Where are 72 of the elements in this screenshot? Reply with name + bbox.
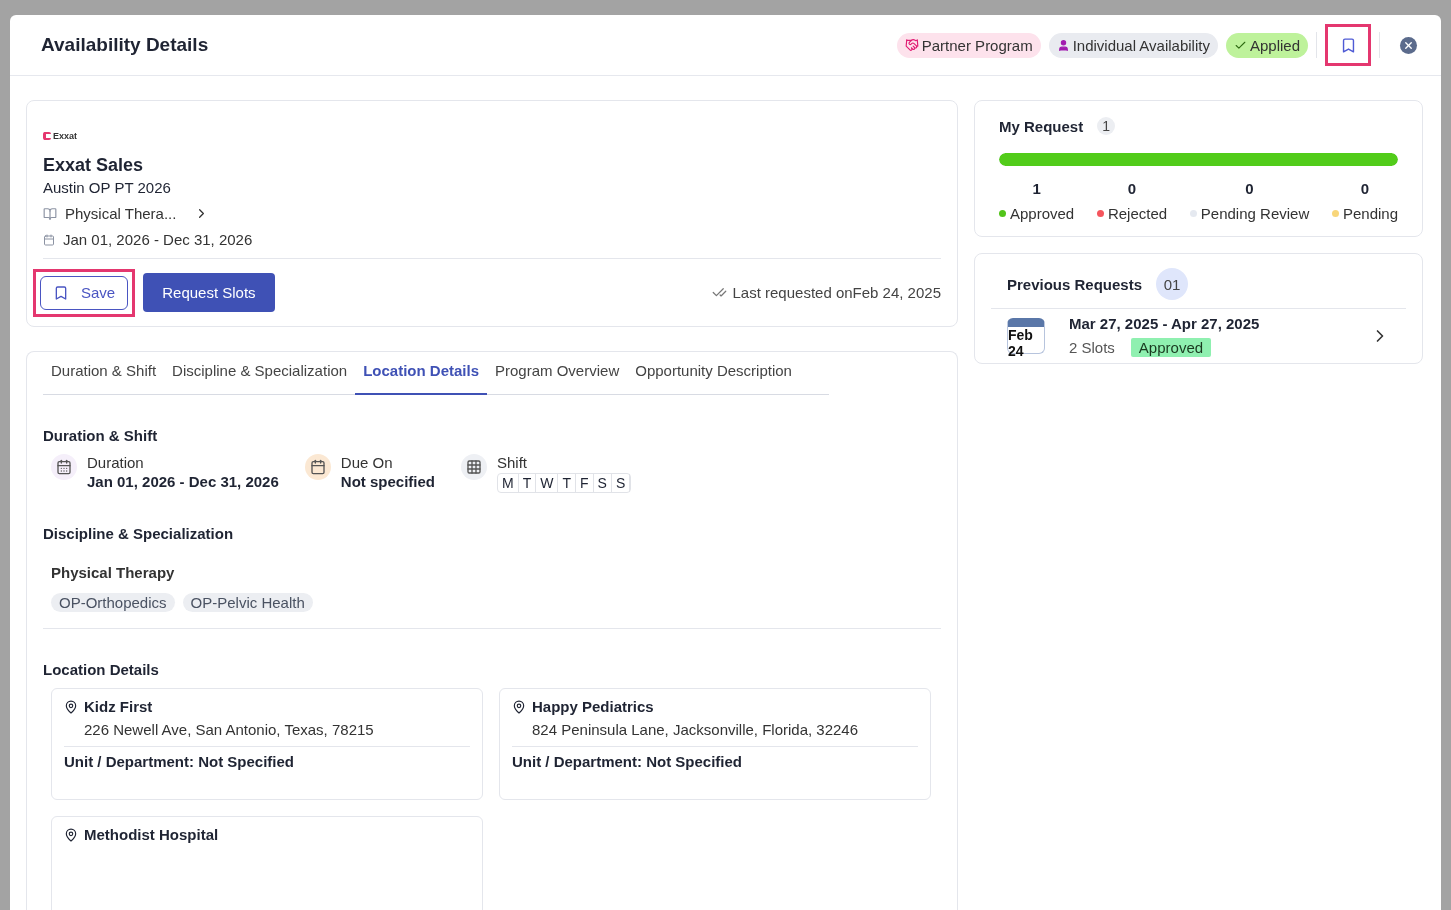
weekday: S	[611, 473, 631, 492]
stat-count: 0	[1127, 180, 1137, 197]
section-heading: Discipline & Specialization	[43, 524, 235, 542]
card-title: Previous Requests	[1007, 275, 1143, 293]
count-badge: 01	[1156, 268, 1189, 300]
stat-label: Pending	[1342, 205, 1398, 222]
field-label: Due On	[340, 453, 394, 471]
field-value: Jan 01, 2026 - Dec 31, 2026	[87, 472, 279, 490]
stat-label: Rejected	[1107, 205, 1168, 222]
section-heading: Location Details	[43, 661, 160, 678]
handshake-icon	[904, 38, 919, 52]
person-icon	[1056, 38, 1070, 52]
specialization-chip: OP-Pelvic Health	[182, 592, 313, 612]
discipline-link[interactable]: Physical Thera...	[65, 205, 210, 222]
date-badge: Feb 24	[1007, 318, 1045, 354]
field-label: Shift	[497, 453, 528, 471]
organization-name: Exxat Sales	[43, 155, 145, 176]
weekday: S	[593, 473, 612, 492]
program-name: Austin OP PT 2026	[43, 179, 172, 196]
section-heading: Duration & Shift	[43, 426, 159, 444]
slots-count: 2 Slots	[1069, 339, 1115, 356]
book-icon	[43, 206, 57, 221]
dialog-title: Availability Details	[41, 34, 210, 56]
specialization-chip: OP-Orthopedics	[51, 592, 175, 612]
location-name: Kidz First	[84, 698, 153, 715]
bookmark-button[interactable]	[1325, 24, 1371, 66]
tab[interactable]: Opportunity Description	[627, 356, 800, 395]
card-title: My Request	[999, 117, 1084, 135]
tab[interactable]: Discipline & Specialization	[164, 356, 356, 395]
map-pin-icon	[64, 827, 78, 842]
stat-count: 0	[1360, 180, 1370, 197]
save-button[interactable]: Save	[40, 275, 129, 310]
calendar-icon	[51, 453, 77, 480]
weekday: W	[536, 473, 559, 492]
stat-count: 1	[1032, 180, 1041, 197]
unit-text: Unit / Department: Not Specified	[64, 746, 470, 770]
count-badge: 1	[1097, 117, 1115, 135]
location-address: 824 Peninsula Lane, Jacksonville, Florida, 32246	[532, 721, 860, 738]
grid-icon	[461, 453, 487, 480]
weekday: F	[576, 473, 594, 492]
field-label: Duration	[87, 453, 145, 471]
tab[interactable]: Location Details	[355, 356, 487, 395]
close-icon	[1403, 39, 1414, 51]
status-tag: Individual Availability	[1048, 32, 1218, 58]
discipline-name: Physical Therapy	[51, 563, 176, 581]
close-button[interactable]	[1400, 36, 1417, 54]
map-pin-icon	[64, 699, 78, 714]
tab[interactable]: Duration & Shift	[43, 356, 165, 395]
last-requested-text: Last requested onFeb 24, 2025	[732, 284, 941, 301]
map-pin-icon	[512, 699, 526, 714]
weekday: T	[518, 473, 537, 492]
status-tag: Applied	[1225, 32, 1308, 58]
logo: Exxat	[43, 131, 941, 141]
stat-label: Pending Review	[1200, 205, 1310, 222]
tab[interactable]: Program Overview	[487, 356, 628, 395]
unit-text: Unit / Department: Not Specified	[512, 746, 918, 770]
calendar-icon	[43, 233, 55, 246]
location-address: 226 Newell Ave, San Antonio, Texas, 78215	[84, 721, 375, 738]
weekday: M	[498, 473, 519, 492]
location-name: Happy Pediatrics	[532, 698, 654, 715]
weekday: T	[558, 473, 576, 492]
location-name: Methodist Hospital	[84, 826, 219, 843]
date-range: Jan 01, 2026 - Dec 31, 2026	[63, 231, 253, 248]
stat-count: 0	[1245, 180, 1254, 197]
status-tag: Partner Program	[896, 32, 1041, 58]
status-badge: Approved	[1130, 338, 1212, 357]
field-value: Not specified	[340, 472, 435, 490]
stat-label: Approved	[1010, 205, 1075, 222]
request-dates: Mar 27, 2025 - Apr 27, 2025	[1069, 315, 1261, 332]
calendar-icon	[304, 453, 331, 480]
bookmark-icon	[53, 284, 69, 301]
request-slots-button[interactable]: Request Slots	[143, 273, 275, 312]
